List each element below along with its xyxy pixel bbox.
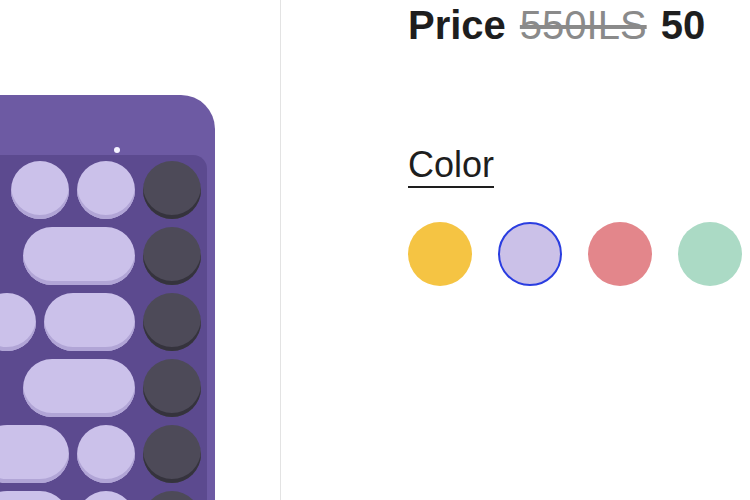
keyboard-row [0,227,201,285]
keyboard-key [0,491,69,500]
color-swatch[interactable] [678,222,742,286]
keyboard-row [0,425,201,483]
keyboard-key [0,293,36,351]
keyboard-key [143,425,201,483]
keyboard-row [0,359,201,417]
price-label: Price [408,2,506,48]
keyboard-row [0,293,201,351]
keyboard-key [11,161,69,219]
current-price: 50 [661,2,706,48]
keyboard-key [77,491,135,500]
keyboard-row [0,161,201,219]
keyboard-key [0,425,69,483]
swatch-color [680,224,740,284]
keyboard-key [77,161,135,219]
color-swatch[interactable] [498,222,562,286]
keyboard-keys [0,155,207,500]
swatch-color [500,224,560,284]
keyboard-row [0,491,201,500]
original-price: 550ILS [520,2,647,48]
swatch-color [410,224,470,284]
keyboard-photo [0,95,215,500]
color-swatch[interactable] [408,222,472,286]
color-heading: Color [408,48,750,188]
keyboard-key [23,227,135,285]
product-details: Price 550ILS 50 Color [281,0,750,500]
keyboard-key [143,161,201,219]
keyboard-key [77,425,135,483]
keyboard-key [143,293,201,351]
keyboard-key [143,491,201,500]
swatch-color [590,224,650,284]
color-label: Color [408,144,494,188]
color-swatches [408,222,750,286]
color-swatch[interactable] [588,222,652,286]
keyboard-key [23,359,135,417]
keyboard-key [44,293,135,351]
keyboard-led [114,147,120,153]
keyboard-key [143,227,201,285]
price-row: Price 550ILS 50 [408,2,750,48]
keyboard-key [143,359,201,417]
product-image [0,0,281,500]
